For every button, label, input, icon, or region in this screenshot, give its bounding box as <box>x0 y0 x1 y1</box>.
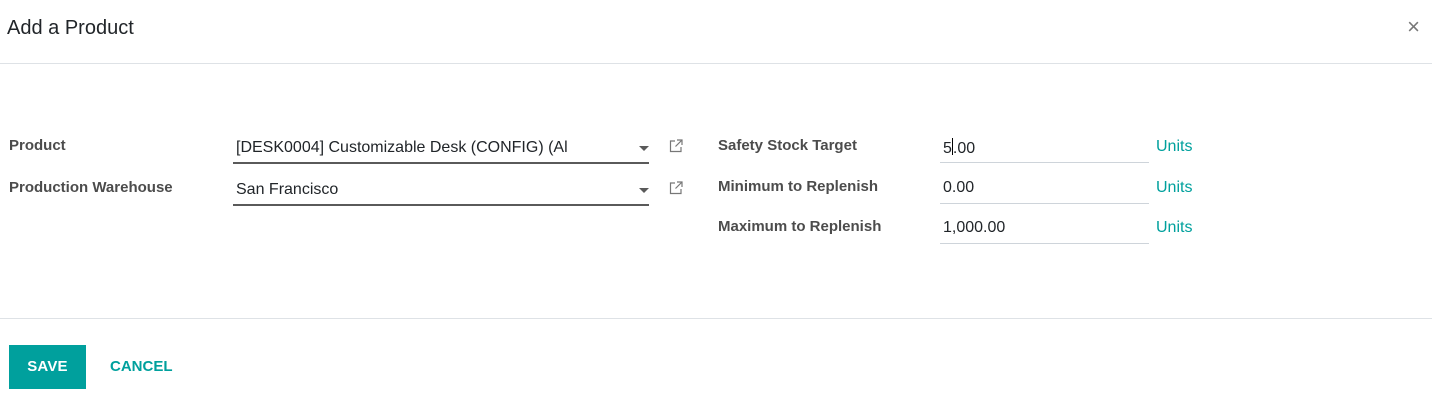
external-link-icon[interactable] <box>668 180 684 196</box>
safety-stock-unit-link[interactable]: Units <box>1156 138 1192 156</box>
safety-stock-value: 5.00 <box>943 138 976 157</box>
product-value: [DESK0004] Customizable Desk (CONFIG) (A… <box>236 139 568 156</box>
cancel-button[interactable]: CANCEL <box>104 345 179 389</box>
footer-divider <box>0 318 1432 319</box>
maximum-replenish-label: Maximum to Replenish <box>718 218 882 235</box>
warehouse-label: Production Warehouse <box>9 179 173 196</box>
safety-stock-label: Safety Stock Target <box>718 137 857 154</box>
product-select[interactable]: [DESK0004] Customizable Desk (CONFIG) (A… <box>233 134 649 164</box>
maximum-replenish-unit-link[interactable]: Units <box>1156 219 1192 237</box>
caret-down-icon[interactable] <box>639 146 649 151</box>
minimum-replenish-label: Minimum to Replenish <box>718 178 879 195</box>
warehouse-select[interactable]: San Francisco <box>233 176 649 206</box>
safety-stock-input[interactable]: 5.00 <box>940 133 1149 163</box>
caret-down-icon[interactable] <box>639 188 649 193</box>
minimum-replenish-input[interactable]: 0.00 <box>940 174 1149 204</box>
minimum-replenish-value: 0.00 <box>943 179 975 196</box>
external-link-icon[interactable] <box>668 138 684 154</box>
dialog-header: Add a Product × <box>0 0 1432 64</box>
warehouse-value: San Francisco <box>236 181 339 198</box>
close-icon[interactable]: × <box>1407 16 1420 38</box>
minimum-replenish-unit-link[interactable]: Units <box>1156 179 1192 197</box>
maximum-replenish-input[interactable]: 1,000.00 <box>940 214 1149 244</box>
dialog-title: Add a Product <box>7 17 134 39</box>
save-button[interactable]: SAVE <box>9 345 86 389</box>
maximum-replenish-value: 1,000.00 <box>943 219 1006 236</box>
product-label: Product <box>9 137 66 154</box>
